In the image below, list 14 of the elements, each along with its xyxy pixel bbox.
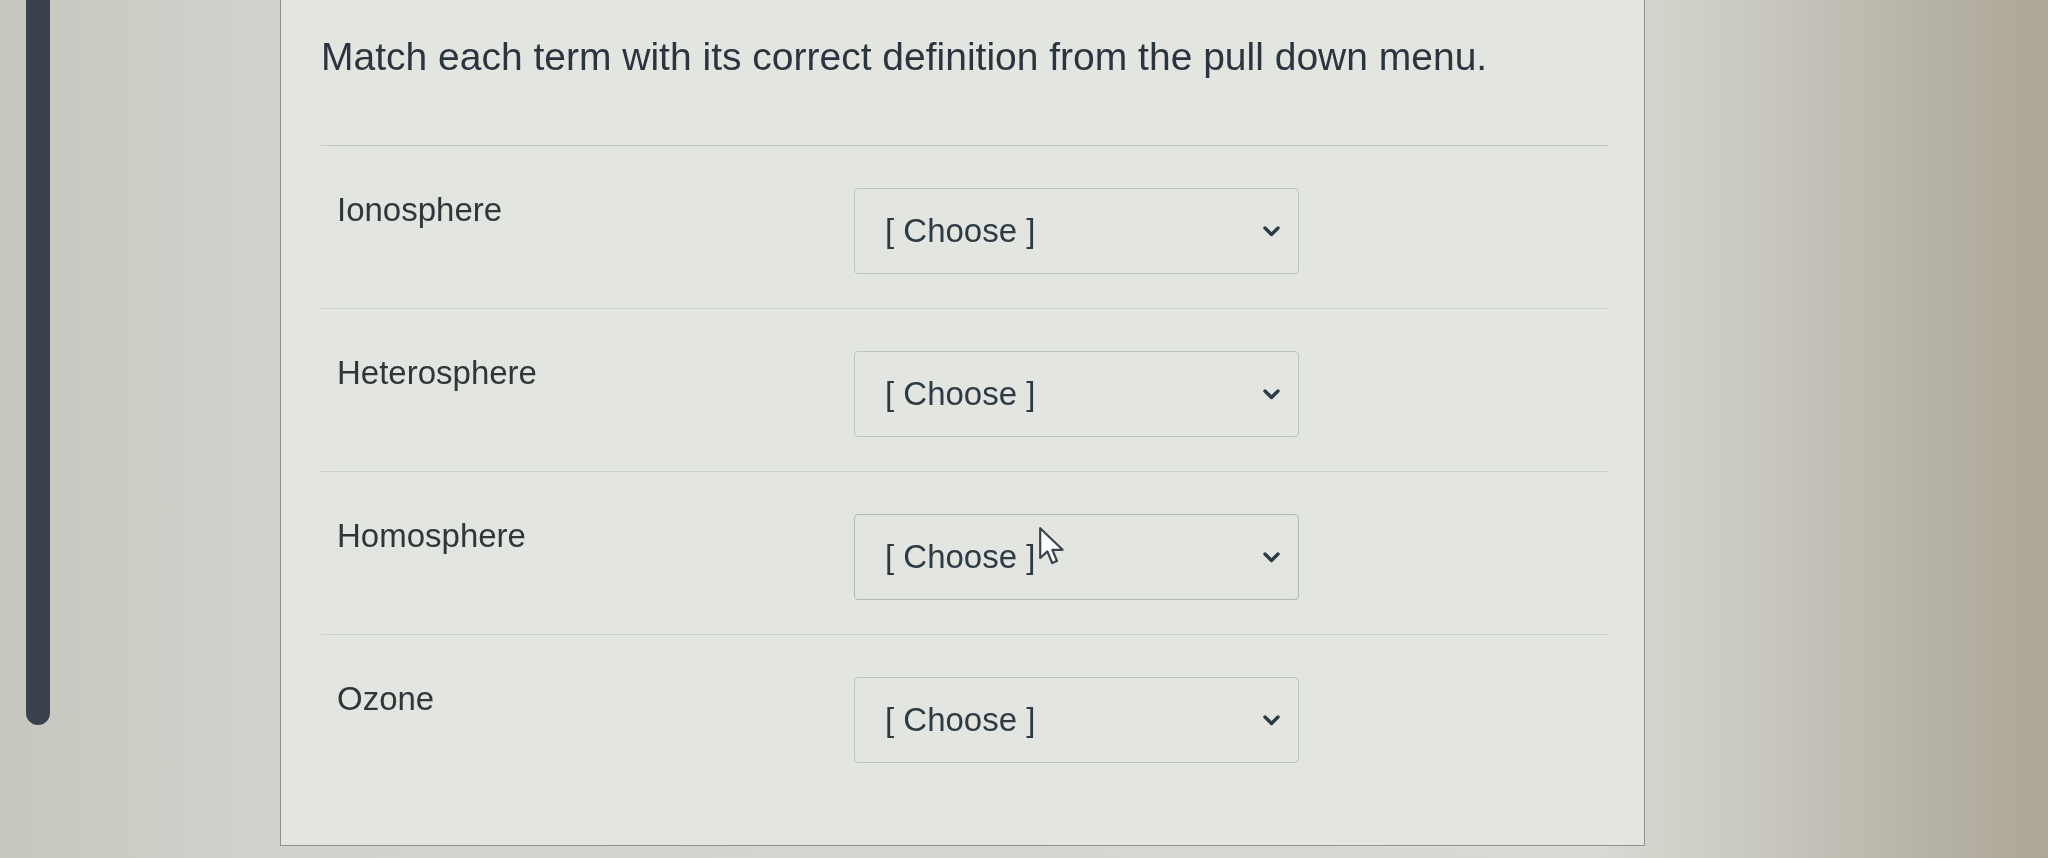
chevron-down-icon [1263, 714, 1280, 726]
chevron-down-icon [1263, 551, 1280, 563]
question-instructions: Match each term with its correct definition from the pull down menu. [321, 34, 1489, 80]
term-label: Ionosphere [337, 190, 504, 230]
term-label: Ozone [337, 679, 436, 719]
definition-dropdown[interactable]: [ Choose ] [854, 677, 1299, 763]
definition-dropdown[interactable]: [ Choose ] [854, 351, 1299, 437]
term-label: Heterosphere [337, 353, 538, 393]
chevron-down-icon [1263, 225, 1280, 237]
mouse-pointer-icon [1039, 527, 1066, 565]
chevron-down-icon [1263, 388, 1280, 400]
term-label: Homosphere [337, 516, 527, 556]
definition-dropdown[interactable]: [ Choose ] [854, 514, 1299, 600]
definition-dropdown[interactable]: [ Choose ] [854, 188, 1299, 274]
